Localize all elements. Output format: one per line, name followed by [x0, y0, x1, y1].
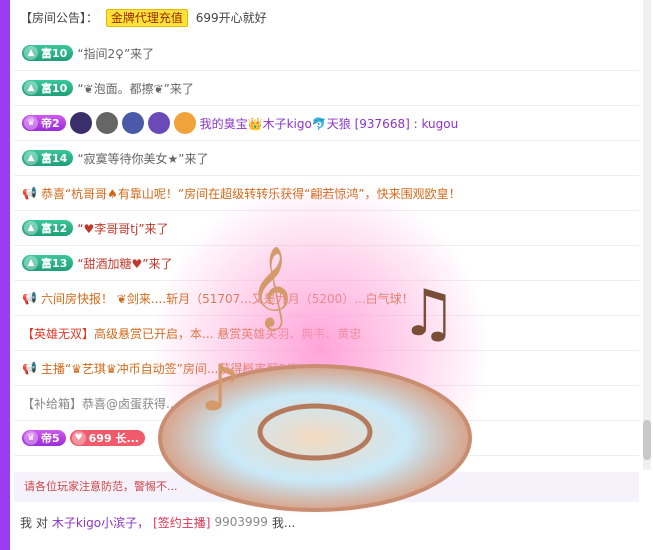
input-tag: [签约主播]: [153, 515, 211, 530]
wealth-badge: ▲ 富13: [22, 255, 74, 271]
chat-row: 📢 六间房快报！ ❦剑来....斩月（51707...又是九月（5200）...…: [14, 281, 639, 316]
chat-row: ▲ 富13 “甜酒加糖♥”来了: [14, 246, 639, 281]
input-target: 木子kigo小滨子，: [51, 515, 150, 530]
wealth-badge: ▲ 富10: [22, 80, 74, 96]
chat-text: “指间2♀”来了: [77, 46, 155, 61]
horn-icon: 📢: [22, 291, 37, 305]
medal-icon: [173, 112, 196, 134]
scrollbar-track[interactable]: [643, 0, 651, 470]
wealth-badge: ▲ 富12: [22, 220, 74, 236]
chat-row: ▲ 富12 “♥李哥哥tj”来了: [14, 211, 639, 246]
announcement-label: 【房间公告】：: [20, 11, 99, 25]
chat-row: 【英雄无双】 高级悬赏已开启，本... 悬赏英雄关羽、典韦、黄忠: [14, 316, 639, 351]
wealth-badge: ▲ 富10: [22, 45, 74, 61]
chat-text: 恭喜“杭哥哥♠有靠山呢！”房间在超级转转乐获得“翩若惊鸿”，快来围观欧皇！: [40, 186, 461, 201]
medal-icon: [147, 112, 170, 134]
horn-icon: 📢: [22, 361, 37, 375]
level-badge: ♥ 699 长...: [69, 430, 145, 446]
chat-text: 主播“♛艺琪♛冲币自动签”房间...获得概率翻5倍！: [40, 361, 310, 376]
room-announcement: 【房间公告】： 金牌代理充值 699开心就好: [14, 0, 639, 36]
announcement-text: 699开心就好: [195, 11, 267, 25]
chat-text: 恭喜@卤蛋获得...: [82, 396, 178, 411]
safety-notice: 请各位玩家注意防范，警惕不...: [14, 472, 639, 502]
chat-text: “寂寞等待你美女★”来了: [77, 151, 209, 166]
scrollbar-thumb[interactable]: [643, 420, 651, 460]
chat-row: ▲ 富14 “寂寞等待你美女★”来了: [14, 141, 639, 176]
chat-row: 【补给箱】 恭喜@卤蛋获得...: [14, 386, 639, 421]
emperor-badge: ♛ 帝5: [22, 430, 66, 446]
chat-input-row[interactable]: 我 对 木子kigo小滨子， [签约主播] 9903999 我...: [14, 506, 645, 538]
input-suffix: 我...: [271, 515, 296, 530]
input-id: 9903999: [214, 515, 268, 529]
left-accent-bar: [0, 0, 10, 550]
box-tag: 【补给箱】: [22, 396, 83, 411]
chat-text: “❦泡面。都擦❦”来了: [77, 81, 194, 96]
chat-row: ♛ 帝5 ♥ 699 长...: [14, 421, 639, 456]
medal-icon: [121, 112, 144, 134]
input-prefix: 我 对: [20, 515, 48, 530]
chat-row: ▲ 富10 “指间2♀”来了: [14, 36, 639, 71]
medal-icon: [95, 112, 118, 134]
chat-row: 📢 恭喜“杭哥哥♠有靠山呢！”房间在超级转转乐获得“翩若惊鸿”，快来围观欧皇！: [14, 176, 639, 211]
emperor-badge: ♛ 帝2: [22, 115, 66, 131]
medal-icon: [69, 112, 92, 134]
hero-tag: 【英雄无双】: [22, 326, 95, 341]
chat-text: 高级悬赏已开启，本... 悬赏英雄关羽、典韦、黄忠: [94, 326, 362, 341]
chat-list[interactable]: 【房间公告】： 金牌代理充值 699开心就好 ▲ 富10 “指间2♀”来了 ▲ 富1…: [14, 0, 639, 470]
chat-text: “♥李哥哥tj”来了: [77, 221, 169, 236]
chat-text: 六间房快报！ ❦剑来....斩月（51707...又是九月（5200）...白气…: [40, 291, 414, 306]
chat-text: “甜酒加糖♥”来了: [77, 256, 173, 271]
chat-text: 我的臭宝👑木子kigo🐬天狼 [937668] : kugou: [199, 116, 459, 131]
chat-row: 📢 主播“♛艺琪♛冲币自动签”房间...获得概率翻5倍！: [14, 351, 639, 386]
horn-icon: 📢: [22, 186, 37, 200]
chat-row: ♛ 帝2 我的臭宝👑木子kigo🐬天狼 [937668] : kugou: [14, 106, 639, 141]
announcement-tag[interactable]: 金牌代理充值: [105, 9, 188, 27]
chat-row: ▲ 富10 “❦泡面。都擦❦”来了: [14, 71, 639, 106]
wealth-badge: ▲ 富14: [22, 150, 74, 166]
